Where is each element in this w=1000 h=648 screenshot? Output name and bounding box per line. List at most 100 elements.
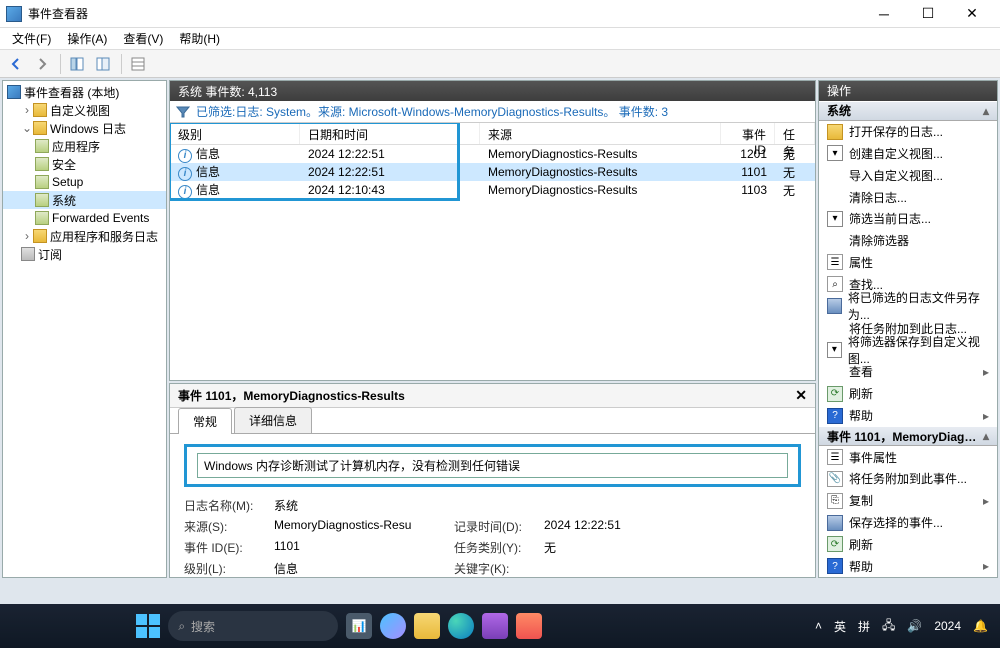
lbl-log-name: 日志名称(M): [184, 497, 274, 514]
detail-title-text: 事件 1101，MemoryDiagnostics-Results [178, 387, 405, 404]
event-properties-icon: ☰ [827, 449, 843, 465]
back-button[interactable] [4, 52, 28, 76]
refresh-icon: ⟳ [827, 536, 843, 552]
action-refresh[interactable]: ⟳刷新 [819, 383, 997, 405]
action-save-filter-to-view[interactable]: ▾将筛选器保存到自定义视图... [819, 339, 997, 361]
tree-forwarded[interactable]: Forwarded Events [3, 209, 166, 227]
attach-icon: 📎 [827, 471, 843, 487]
tab-general[interactable]: 常规 [178, 408, 232, 434]
folder-open-icon [827, 124, 843, 140]
col-event-id[interactable]: 事件 ID [721, 123, 775, 144]
volume-icon[interactable]: 🔊 [907, 619, 922, 633]
show-hide-action-button[interactable] [126, 52, 150, 76]
event-table: 级别 日期和时间 来源 事件 ID 任务 i信息2024 12:22:51Mem… [170, 123, 815, 380]
table-row[interactable]: i信息2024 12:22:51MemoryDiagnostics-Result… [170, 163, 815, 181]
action-properties[interactable]: ☰属性 [819, 252, 997, 274]
action-save-filtered[interactable]: 将已筛选的日志文件另存为... [819, 295, 997, 317]
tree-custom-views[interactable]: ›自定义视图 [3, 101, 166, 119]
lbl-event-id: 事件 ID(E): [184, 539, 274, 556]
column-headers: 级别 日期和时间 来源 事件 ID 任务 [170, 123, 815, 145]
action-event-properties[interactable]: ☰事件属性 [819, 446, 997, 468]
taskbar-app-1[interactable]: 📊 [346, 613, 372, 639]
info-icon: i [178, 167, 192, 181]
taskbar-snipping[interactable] [516, 613, 542, 639]
detail-grid: 日志名称(M): 系统 来源(S): MemoryDiagnostics-Res… [184, 497, 801, 577]
minimize-button[interactable]: ─ [862, 0, 906, 28]
menubar: 文件(F) 操作(A) 查看(V) 帮助(H) [0, 28, 1000, 50]
tree-label: 安全 [52, 156, 76, 173]
col-date[interactable]: 日期和时间 [300, 123, 480, 144]
start-button[interactable] [136, 614, 160, 638]
detail-close-button[interactable]: ✕ [795, 387, 807, 404]
action-help2[interactable]: ?帮助▸ [819, 555, 997, 577]
menu-action[interactable]: 操作(A) [59, 28, 115, 49]
ime-mode[interactable]: 拼 [858, 618, 870, 635]
action-save-selected[interactable]: 保存选择的事件... [819, 512, 997, 534]
filter-icon [176, 105, 190, 119]
actions-title: 操作 [819, 81, 997, 101]
collapse-icon: ▴ [983, 429, 989, 443]
action-view[interactable]: 查看▸ [819, 361, 997, 383]
tree-root-label: 事件查看器 (本地) [24, 84, 119, 101]
tray-chevron-icon[interactable]: ˄ [815, 619, 822, 633]
tree-system[interactable]: 系统 [3, 191, 166, 209]
action-clear-filter[interactable]: 清除筛选器 [819, 230, 997, 252]
action-help[interactable]: ?帮助▸ [819, 405, 997, 427]
table-row[interactable]: i信息2024 12:10:43MemoryDiagnostics-Result… [170, 181, 815, 199]
help-icon: ? [827, 408, 843, 424]
menu-file[interactable]: 文件(F) [4, 28, 59, 49]
show-hide-tree-button[interactable] [65, 52, 89, 76]
actions-section-system[interactable]: 系统▴ [819, 101, 997, 121]
action-attach-task-event[interactable]: 📎将任务附加到此事件... [819, 468, 997, 490]
action-import-custom-view[interactable]: 导入自定义视图... [819, 164, 997, 186]
action-open-saved-log[interactable]: 打开保存的日志... [819, 121, 997, 143]
clock[interactable]: 2024 [934, 619, 961, 633]
taskbar-edge[interactable] [448, 613, 474, 639]
col-level[interactable]: 级别 [170, 123, 300, 144]
val-logged: 2024 12:22:51 [544, 518, 704, 535]
lbl-keywords: 关键字(K): [454, 560, 544, 577]
action-filter-current-log[interactable]: ▾筛选当前日志... [819, 208, 997, 230]
action-clear-log[interactable]: 清除日志... [819, 186, 997, 208]
action-copy[interactable]: ⎘复制▸ [819, 490, 997, 512]
actions-section-event[interactable]: 事件 1101，MemoryDiagnosti...▴ [819, 426, 997, 446]
filter-row: 已筛选:日志: System。来源: Microsoft-Windows-Mem… [170, 101, 815, 123]
taskbar-search[interactable]: ⌕ 搜索 [168, 611, 338, 641]
menu-help[interactable]: 帮助(H) [171, 28, 228, 49]
tree-security[interactable]: 安全 [3, 155, 166, 173]
val-log-name: 系统 [274, 497, 454, 514]
tree-subscriptions[interactable]: 订阅 [3, 245, 166, 263]
network-icon[interactable]: 🖧 [882, 616, 895, 637]
action-refresh2[interactable]: ⟳刷新 [819, 534, 997, 556]
taskbar: ⌕ 搜索 📊 ˄ 英 拼 🖧 🔊 2024 🔔 [0, 604, 1000, 648]
tree-setup[interactable]: Setup [3, 173, 166, 191]
taskbar-explorer[interactable] [414, 613, 440, 639]
notifications-icon[interactable]: 🔔 [973, 619, 988, 633]
menu-view[interactable]: 查看(V) [115, 28, 171, 49]
event-message: Windows 内存诊断测试了计算机内存，没有检测到任何错误 [197, 453, 788, 478]
tree-windows-logs[interactable]: ⌄Windows 日志 [3, 119, 166, 137]
save-icon [827, 298, 842, 314]
help-toolbar-button[interactable] [91, 52, 115, 76]
maximize-button[interactable]: ☐ [906, 0, 950, 28]
col-source[interactable]: 来源 [480, 123, 721, 144]
lbl-task-cat: 任务类别(Y): [454, 539, 544, 556]
tree-root[interactable]: 事件查看器 (本地) [3, 83, 166, 101]
val-source: MemoryDiagnostics-Resu [274, 518, 454, 535]
info-icon: i [178, 149, 192, 163]
action-create-custom-view[interactable]: ▾创建自定义视图... [819, 142, 997, 164]
tab-details[interactable]: 详细信息 [234, 407, 312, 433]
tree-application[interactable]: 应用程序 [3, 137, 166, 155]
tree-label: Forwarded Events [52, 211, 149, 225]
close-button[interactable]: ✕ [950, 0, 994, 28]
forward-button[interactable] [30, 52, 54, 76]
col-task[interactable]: 任务 [775, 123, 815, 144]
tree-app-service-logs[interactable]: ›应用程序和服务日志 [3, 227, 166, 245]
detail-tabs: 常规 详细信息 [170, 408, 815, 434]
table-row[interactable]: i信息2024 12:22:51MemoryDiagnostics-Result… [170, 145, 815, 163]
taskbar-copilot[interactable] [380, 613, 406, 639]
ime-lang[interactable]: 英 [834, 618, 846, 635]
taskbar-app-2[interactable] [482, 613, 508, 639]
properties-icon: ☰ [827, 254, 843, 270]
val-task-cat: 无 [544, 539, 704, 556]
